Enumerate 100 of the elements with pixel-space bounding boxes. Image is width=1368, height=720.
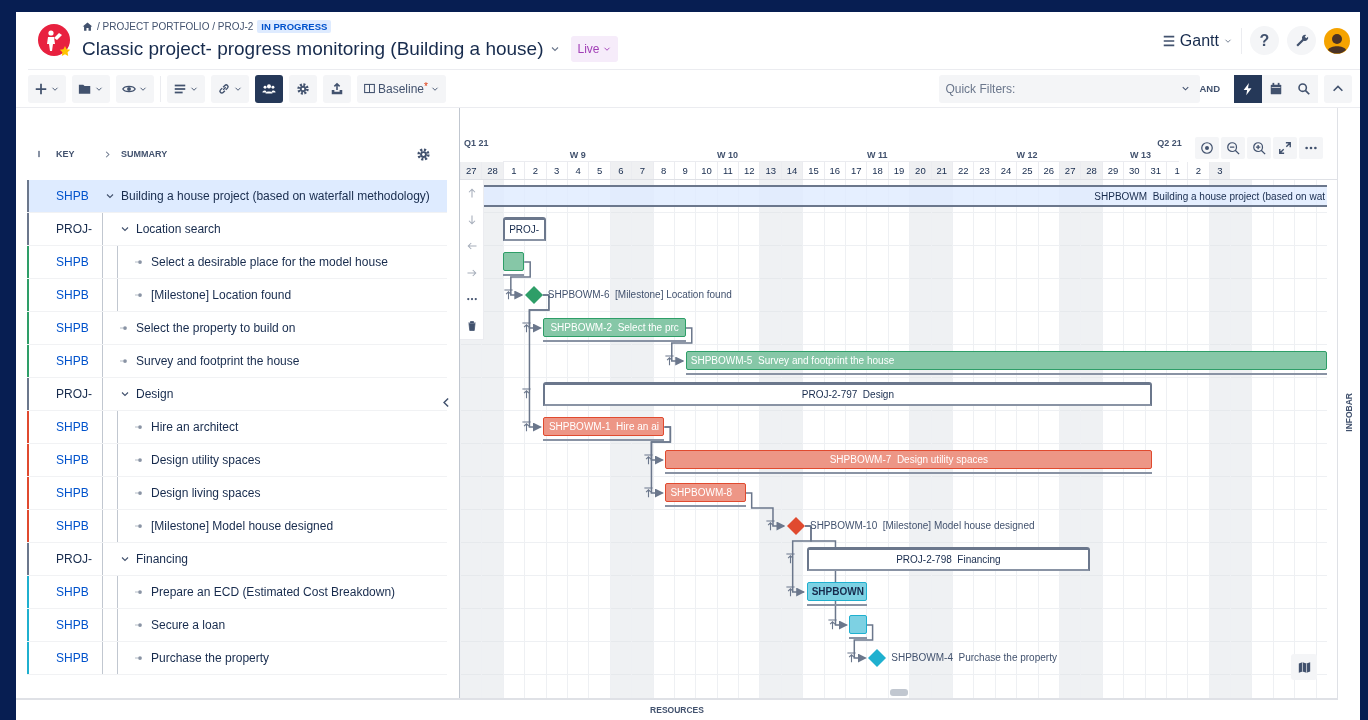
settings-button[interactable] (289, 74, 317, 103)
zoom-out-button[interactable] (1221, 137, 1245, 159)
column-header[interactable]: KEY (56, 149, 102, 159)
day-label: 24 (994, 162, 1017, 179)
infobar-tab[interactable]: INFOBAR (1344, 393, 1354, 432)
issue-key: SHPB (29, 486, 102, 500)
scrollbar-thumb[interactable] (890, 689, 908, 696)
day-label: 17 (845, 162, 867, 179)
tree-row[interactable]: SHPB Survey and footprint the house (27, 345, 447, 378)
issue-key: PROJ- (29, 222, 102, 236)
view-button[interactable] (116, 74, 154, 103)
task-bar[interactable]: SHPBOWN (806, 582, 867, 601)
bullet-icon (134, 488, 145, 498)
day-label: 20 (909, 162, 931, 179)
avatar[interactable] (1324, 27, 1350, 54)
wrench-icon (1294, 33, 1309, 48)
day-label: 13 (759, 162, 781, 179)
bullet-icon (119, 356, 130, 366)
tree-row[interactable]: SHPB Select a desirable place for the model house (27, 246, 447, 279)
export-button[interactable] (323, 74, 351, 103)
tree-row[interactable]: PROJ- Financing (27, 543, 447, 576)
tree-row[interactable]: SHPB Secure a loan (27, 609, 447, 642)
list-button[interactable] (167, 74, 205, 103)
day-label: 31 (1144, 162, 1166, 179)
settings-icon (415, 146, 431, 162)
arrow-up-bar-icon (784, 553, 796, 564)
day-label: 21 (930, 162, 952, 179)
day-label: 27 (460, 162, 482, 179)
day-label: 3 (1208, 162, 1231, 179)
zoom-in-icon (1252, 141, 1266, 155)
day-label: 4 (566, 162, 589, 179)
connector-arrow (853, 624, 874, 663)
day-label: 15 (802, 162, 824, 179)
tree-row[interactable]: PROJ- Location search (27, 213, 447, 246)
day-label: 8 (652, 162, 674, 179)
view-dropdown[interactable]: Gantt (1153, 27, 1242, 54)
more-button[interactable] (1299, 137, 1323, 159)
group-bar[interactable]: PROJ-2-798 Financing (806, 547, 1091, 571)
task-bar[interactable] (502, 252, 525, 271)
summary-text: Secure a loan (151, 618, 226, 632)
arrow-down-icon (466, 213, 478, 226)
fullscreen-button[interactable] (1273, 137, 1297, 159)
tree-row[interactable]: SHPB Design living spaces (27, 477, 447, 510)
issue-key: SHPB (29, 321, 102, 335)
issue-key: SHPB (29, 189, 102, 203)
day-label: 27 (1058, 162, 1081, 179)
quick-filters-field[interactable]: Quick Filters: (939, 74, 1201, 103)
baseline-dropdown[interactable]: Baseline* (357, 74, 446, 103)
arrow-up-bar-icon (521, 322, 533, 333)
tree-row[interactable]: SHPB [Milestone] Location found (27, 279, 447, 312)
day-label: 3 (545, 162, 567, 179)
logo-icon (38, 22, 72, 59)
group-bar[interactable]: PROJ-2-797 Design (543, 382, 1153, 406)
live-dropdown[interactable]: Live (571, 35, 618, 62)
tree-row[interactable]: SHPB Select the property to build on (27, 312, 447, 345)
tree-row[interactable]: SHPB Design utility spaces (27, 444, 447, 477)
bullet-icon (119, 323, 130, 333)
day-label: 6 (609, 162, 632, 179)
day-label: 7 (631, 162, 653, 179)
settings-icon (296, 81, 310, 96)
tree-row[interactable]: SHPB Building a house project (based on waterfall methodology) (27, 180, 447, 213)
tree-row[interactable]: SHPB Purchase the property (27, 642, 447, 675)
summary-text: [Milestone] Model house designed (151, 519, 334, 533)
calendar-button[interactable] (1262, 74, 1290, 103)
connector-arrow (744, 492, 786, 531)
tree-row[interactable]: SHPB Hire an architect (27, 411, 447, 444)
help-button[interactable]: ? (1250, 26, 1279, 55)
summary-text: Design utility spaces (151, 453, 261, 467)
settings-button[interactable] (1287, 26, 1316, 55)
collapse-button[interactable] (1324, 74, 1352, 103)
link-button[interactable] (211, 74, 249, 103)
group-bar[interactable]: PROJ- (502, 217, 546, 241)
link-icon (217, 81, 231, 96)
tree-row[interactable]: SHPB [Milestone] Model house designed (27, 510, 447, 543)
arrow-up-bar-icon (764, 520, 776, 531)
folder-button[interactable] (72, 74, 110, 103)
lightning-button[interactable] (1234, 74, 1262, 103)
breadcrumb[interactable]: / PROJECT PORTFOLIO / PROJ-2 (97, 20, 254, 32)
day-label: 16 (823, 162, 846, 179)
summary-text: Design living spaces (151, 486, 261, 500)
map-button[interactable] (1291, 654, 1317, 680)
zoom-in-button[interactable] (1247, 137, 1271, 159)
milestone-diamond[interactable] (868, 649, 887, 667)
search-button[interactable] (1290, 74, 1318, 103)
tree-row[interactable]: SHPB Prepare an ECD (Estimated Cost Breakdown) (27, 576, 447, 609)
issue-key: SHPB (29, 519, 102, 533)
milestone-diamond[interactable] (786, 517, 805, 535)
today-button[interactable] (1195, 137, 1219, 159)
add-button[interactable] (28, 74, 66, 103)
page-title: Classic project- progress monitoring (Building a house) (82, 37, 544, 60)
resources-tab[interactable]: RESOURCES (650, 705, 704, 715)
arrow-up-bar-icon (643, 454, 655, 465)
issue-key: SHPB (29, 453, 102, 467)
column-header[interactable]: SUMMARY (121, 149, 168, 159)
summary-bar[interactable]: SHPBOWM Building a house project (based on wat (481, 185, 1327, 207)
day-label: 10 (695, 162, 717, 179)
people-button[interactable] (255, 74, 283, 103)
milestone-diamond[interactable] (524, 286, 543, 304)
tree-row[interactable]: PROJ- Design (27, 378, 447, 411)
operator-label: AND (1199, 83, 1220, 94)
